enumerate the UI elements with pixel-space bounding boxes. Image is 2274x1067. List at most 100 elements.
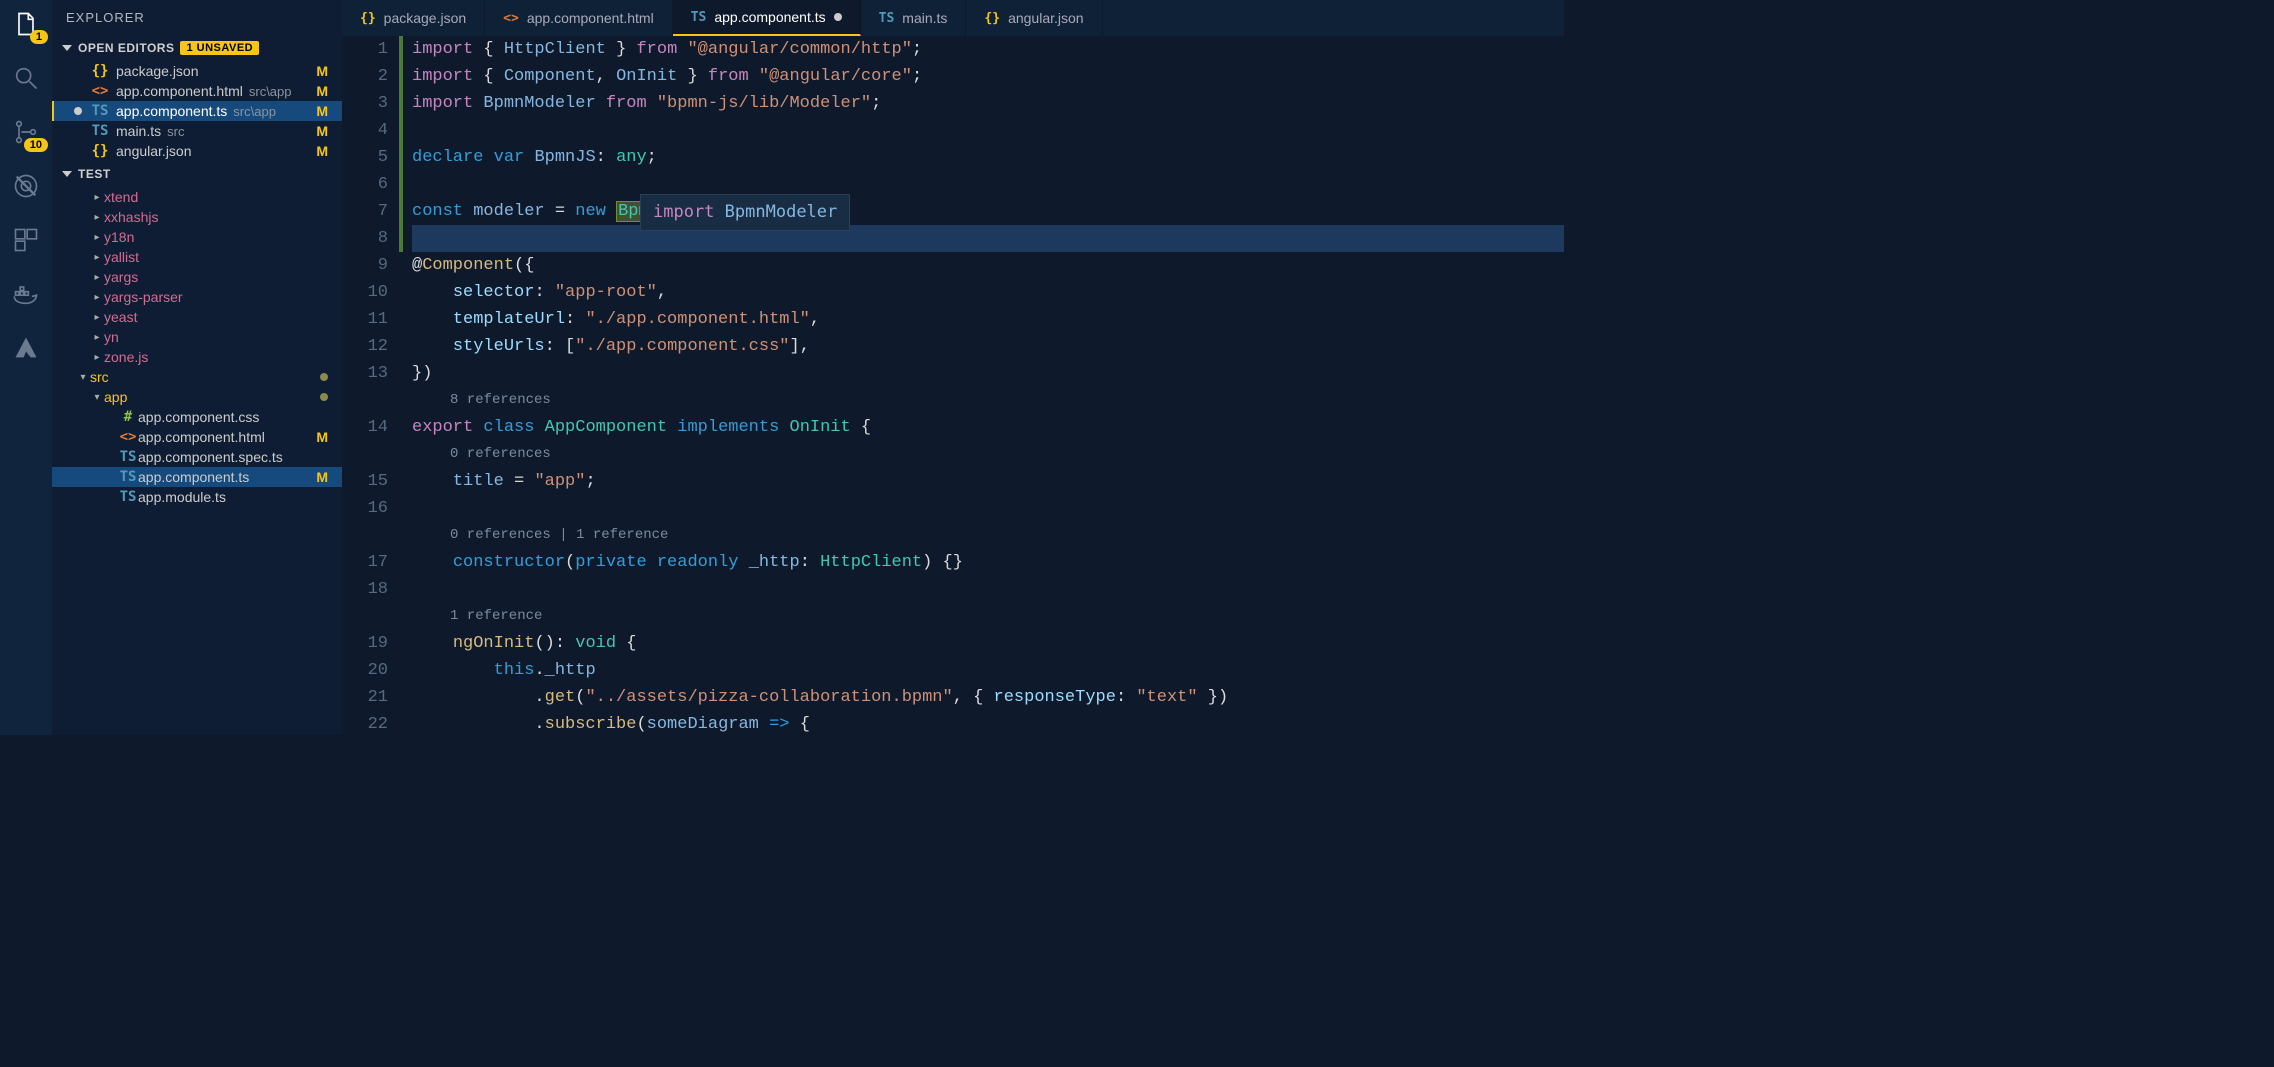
explorer-sidebar: EXPLORER OPEN EDITORS 1 UNSAVED {}packag… [52, 0, 342, 735]
line-number: 1 [342, 36, 388, 63]
explorer-icon[interactable]: 1 [12, 10, 40, 38]
code-line[interactable]: ngOnInit(): void { [412, 630, 1564, 657]
code-line[interactable] [412, 576, 1564, 603]
open-editor-item[interactable]: TSapp.component.tssrc\appM [52, 101, 342, 121]
docker-icon[interactable] [12, 280, 40, 308]
code-line[interactable]: }) [412, 360, 1564, 387]
open-editors-header[interactable]: OPEN EDITORS 1 UNSAVED [52, 35, 342, 61]
tree-folder[interactable]: ▸yeast [52, 307, 342, 327]
code-lens[interactable]: 0 references [412, 441, 1564, 468]
code-lens[interactable]: 1 reference [412, 603, 1564, 630]
open-editor-label: app.component.ts [116, 103, 227, 119]
line-number: 8 [342, 225, 388, 252]
code-line[interactable]: import { Component, OnInit } from "@angu… [412, 63, 1564, 90]
code-line[interactable]: selector: "app-root", [412, 279, 1564, 306]
line-gutter: 12345678910111213141516171819202122 [342, 36, 398, 735]
tree-label: yargs-parser [104, 289, 183, 305]
code-line[interactable]: styleUrls: ["./app.component.css"], [412, 333, 1564, 360]
code-lens[interactable]: 0 references | 1 reference [412, 522, 1564, 549]
code-line[interactable]: const modeler = new BpmnModeler({}); [412, 198, 1564, 225]
code-line[interactable] [412, 171, 1564, 198]
code-line[interactable]: import BpmnModeler from "bpmn-js/lib/Mod… [412, 90, 1564, 117]
code-line[interactable]: @Component({ [412, 252, 1564, 279]
code-line[interactable]: .subscribe(someDiagram => { [412, 711, 1564, 735]
modified-indicator: M [316, 83, 328, 99]
tree-folder[interactable]: ▸yallist [52, 247, 342, 267]
source-control-icon[interactable]: 10 [12, 118, 40, 146]
code-line[interactable] [412, 117, 1564, 144]
tree-folder[interactable]: ▸xxhashjs [52, 207, 342, 227]
scm-badge: 10 [24, 138, 48, 152]
open-editor-item[interactable]: {}angular.jsonM [52, 141, 342, 161]
code-line[interactable]: export class AppComponent implements OnI… [412, 414, 1564, 441]
line-number: 4 [342, 117, 388, 144]
line-number: 10 [342, 279, 388, 306]
line-number: 19 [342, 630, 388, 657]
debug-icon[interactable] [12, 172, 40, 200]
code-line[interactable]: templateUrl: "./app.component.html", [412, 306, 1564, 333]
project-header[interactable]: TEST [52, 161, 342, 187]
line-number: 16 [342, 495, 388, 522]
tree-label: yn [104, 329, 119, 345]
file-type-icon: TS [90, 123, 110, 139]
code-line[interactable] [412, 225, 1564, 252]
file-type-icon: TS [118, 489, 138, 505]
azure-icon[interactable] [12, 334, 40, 362]
file-tree: ▸xtend▸xxhashjs▸y18n▸yallist▸yargs▸yargs… [52, 187, 342, 735]
line-number: 7 [342, 198, 388, 225]
code-line[interactable]: import { HttpClient } from "@angular/com… [412, 36, 1564, 63]
tree-folder[interactable]: ▸yn [52, 327, 342, 347]
code-line[interactable]: title = "app"; [412, 468, 1564, 495]
open-editor-item[interactable]: {}package.jsonM [52, 61, 342, 81]
editor-region: {}package.json <> app.component.html TS app.… [342, 0, 1564, 735]
open-editor-item[interactable]: TSmain.tssrcM [52, 121, 342, 141]
tree-folder[interactable]: ▾src [52, 367, 342, 387]
code-line[interactable]: declare var BpmnJS: any; [412, 144, 1564, 171]
file-type-icon: <> [503, 11, 519, 26]
tree-file[interactable]: #app.component.css [52, 407, 342, 427]
tree-file[interactable]: TSapp.component.spec.ts [52, 447, 342, 467]
extensions-icon[interactable] [12, 226, 40, 254]
editor-tab[interactable]: TSmain.ts [861, 0, 967, 36]
tree-file[interactable]: TSapp.module.ts [52, 487, 342, 507]
explorer-badge: 1 [30, 30, 48, 44]
file-type-icon: TS [691, 10, 707, 25]
tab-label: app.component.html [527, 10, 654, 26]
tree-label: app [104, 389, 127, 405]
tree-folder[interactable]: ▸yargs [52, 267, 342, 287]
code-line[interactable] [412, 495, 1564, 522]
code-line[interactable]: this._http [412, 657, 1564, 684]
tree-file[interactable]: <>app.component.htmlM [52, 427, 342, 447]
tree-folder[interactable]: ▸zone.js [52, 347, 342, 367]
tree-label: app.component.spec.ts [138, 449, 283, 465]
code-source[interactable]: import BpmnModeler import { HttpClient }… [404, 36, 1564, 735]
intellisense-hint[interactable]: import BpmnModeler [640, 194, 850, 231]
open-editor-label: main.ts [116, 123, 161, 139]
line-number: 14 [342, 414, 388, 441]
tree-folder[interactable]: ▾app [52, 387, 342, 407]
tree-folder[interactable]: ▸xtend [52, 187, 342, 207]
editor-tab[interactable]: {}package.json [342, 0, 485, 36]
tree-folder[interactable]: ▸yargs-parser [52, 287, 342, 307]
code-line[interactable]: .get("../assets/pizza-collaboration.bpmn… [412, 684, 1564, 711]
tree-label: src [90, 369, 109, 385]
tree-expand-icon: ▸ [90, 352, 104, 363]
unsaved-badge: 1 UNSAVED [180, 41, 259, 55]
search-icon[interactable] [12, 64, 40, 92]
line-number: 12 [342, 333, 388, 360]
editor-tab[interactable]: {}angular.json [966, 0, 1102, 36]
code-area[interactable]: 12345678910111213141516171819202122 impo… [342, 36, 1564, 735]
code-lens[interactable]: 8 references [412, 387, 1564, 414]
tree-folder[interactable]: ▸y18n [52, 227, 342, 247]
line-number: 6 [342, 171, 388, 198]
file-type-icon: TS [90, 103, 110, 119]
editor-tab[interactable]: <> app.component.html [485, 0, 673, 36]
tree-label: yeast [104, 309, 137, 325]
editor-tab[interactable]: TS app.component.ts [673, 0, 861, 36]
tree-file[interactable]: TSapp.component.tsM [52, 467, 342, 487]
open-editor-item[interactable]: <>app.component.htmlsrc\appM [52, 81, 342, 101]
tab-label: app.component.ts [714, 9, 825, 25]
code-line[interactable]: constructor(private readonly _http: Http… [412, 549, 1564, 576]
open-editor-path: src\app [249, 84, 292, 99]
tab-label: main.ts [902, 10, 947, 26]
